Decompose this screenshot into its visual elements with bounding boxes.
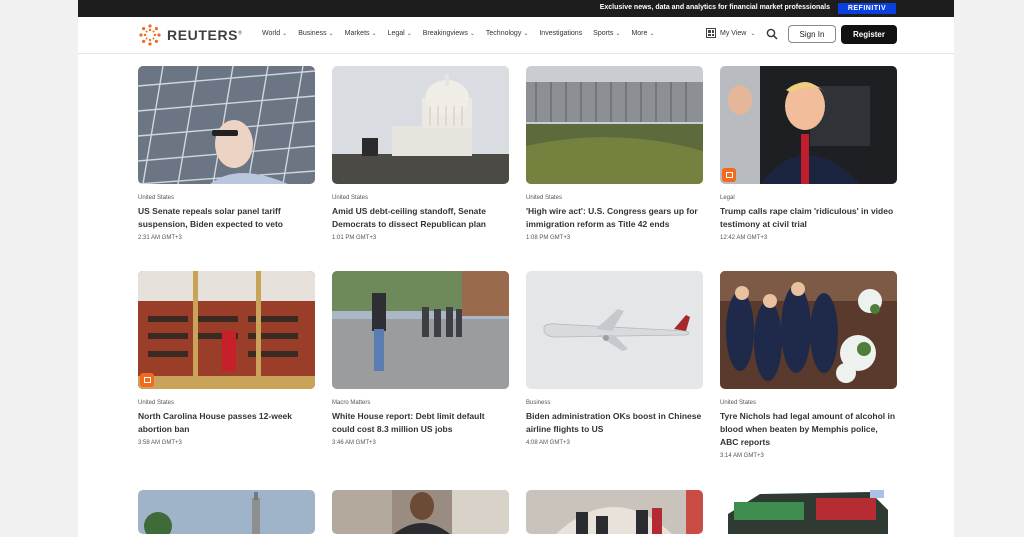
- nav-legal[interactable]: Legal ⌄: [388, 30, 412, 37]
- article-card[interactable]: United States Tyre Nichols had legal amo…: [720, 271, 897, 459]
- chevron-down-icon: ⌄: [469, 31, 475, 37]
- search-icon[interactable]: [766, 28, 778, 40]
- promo-text[interactable]: Exclusive news, data and analytics for f…: [600, 4, 830, 11]
- my-view-icon: [706, 28, 716, 38]
- article-headline[interactable]: Tyre Nichols had legal amount of alcohol…: [720, 410, 897, 449]
- article-kicker[interactable]: United States: [138, 194, 315, 202]
- article-card[interactable]: United States US Senate repeals solar pa…: [138, 66, 315, 241]
- my-view-link[interactable]: My View ⌄: [706, 28, 755, 38]
- article-time: 1:01 PM GMT+3: [332, 235, 377, 241]
- chevron-down-icon: ⌄: [371, 31, 377, 37]
- my-view-label: My View: [720, 29, 747, 37]
- brand-name: REUTERS®: [167, 27, 243, 43]
- article-kicker[interactable]: Macro Matters: [332, 399, 509, 407]
- site-header: REUTERS® World ⌄ Business ⌄ Markets ⌄ Legal…: [78, 17, 954, 54]
- article-headline[interactable]: Biden administration OKs boost in Chines…: [526, 410, 703, 436]
- article-card[interactable]: United States 'High wire act': U.S. Cong…: [526, 66, 703, 241]
- article-time: 3:58 AM GMT+3: [138, 440, 182, 446]
- ad-image[interactable]: [720, 490, 897, 534]
- chevron-down-icon: ⌄: [649, 31, 655, 37]
- advertisement[interactable]: [720, 490, 897, 534]
- chevron-down-icon: ⌄: [282, 31, 288, 37]
- nav-sports[interactable]: Sports ⌄: [593, 30, 620, 37]
- article-image[interactable]: [138, 66, 315, 184]
- chevron-down-icon: ⌄: [523, 31, 529, 37]
- article-time: 3:14 AM GMT+3: [720, 453, 764, 459]
- article-headline[interactable]: 'High wire act': U.S. Congress gears up …: [526, 205, 703, 231]
- article-headline[interactable]: North Carolina House passes 12-week abor…: [138, 410, 315, 436]
- chevron-down-icon: ⌄: [328, 31, 334, 37]
- article-headline[interactable]: White House report: Debt limit default c…: [332, 410, 509, 436]
- article-time: 4:08 AM GMT+3: [526, 440, 570, 446]
- article-kicker[interactable]: United States: [526, 194, 703, 202]
- article-headline[interactable]: Amid US debt-ceiling standoff, Senate De…: [332, 205, 509, 231]
- article-time: 2:31 AM GMT+3: [138, 235, 182, 241]
- nav-world[interactable]: World ⌄: [262, 30, 287, 37]
- article-card[interactable]: [138, 490, 315, 534]
- nav-business[interactable]: Business ⌄: [298, 30, 333, 37]
- promo-bar[interactable]: Exclusive news, data and analytics for f…: [78, 0, 954, 17]
- article-headline[interactable]: US Senate repeals solar panel tariff sus…: [138, 205, 315, 231]
- article-card[interactable]: United States North Carolina House passe…: [138, 271, 315, 446]
- article-kicker[interactable]: United States: [138, 399, 315, 407]
- nav-more[interactable]: More ⌄: [631, 30, 654, 37]
- logo-icon: [139, 24, 161, 46]
- article-kicker[interactable]: United States: [332, 194, 509, 202]
- article-kicker[interactable]: Business: [526, 399, 703, 407]
- article-image[interactable]: [526, 271, 703, 389]
- article-headline[interactable]: Trump calls rape claim 'ridiculous' in v…: [720, 205, 897, 231]
- article-image[interactable]: [720, 66, 897, 184]
- gallery-icon: [140, 373, 154, 387]
- article-image[interactable]: [138, 271, 315, 389]
- chevron-down-icon: ⌄: [750, 30, 756, 37]
- article-image[interactable]: [332, 66, 509, 184]
- chevron-down-icon: ⌄: [615, 31, 621, 37]
- main-nav: World ⌄ Business ⌄ Markets ⌄ Legal ⌄ Breakin…: [262, 30, 654, 37]
- article-image[interactable]: [138, 490, 315, 534]
- nav-investigations[interactable]: Investigations: [539, 30, 582, 37]
- refinitiv-badge[interactable]: REFINITIV: [838, 3, 896, 14]
- gallery-icon: [722, 168, 736, 182]
- article-time: 3:46 AM GMT+3: [332, 440, 376, 446]
- article-kicker[interactable]: Legal: [720, 194, 897, 202]
- article-card[interactable]: Legal Trump calls rape claim 'ridiculous…: [720, 66, 897, 241]
- sign-in-button[interactable]: Sign In: [788, 25, 836, 43]
- register-button[interactable]: Register: [841, 25, 897, 44]
- article-card[interactable]: Business Biden administration OKs boost …: [526, 271, 703, 446]
- chevron-down-icon: ⌄: [406, 31, 412, 37]
- nav-breakingviews[interactable]: Breakingviews ⌄: [423, 30, 475, 37]
- article-card[interactable]: [526, 490, 703, 534]
- article-image[interactable]: [526, 66, 703, 184]
- article-card[interactable]: United States Amid US debt-ceiling stand…: [332, 66, 509, 241]
- article-image[interactable]: [720, 271, 897, 389]
- site-logo[interactable]: REUTERS®: [138, 23, 242, 47]
- article-card[interactable]: Macro Matters White House report: Debt l…: [332, 271, 509, 446]
- article-image[interactable]: [332, 271, 509, 389]
- article-kicker[interactable]: United States: [720, 399, 897, 407]
- nav-markets[interactable]: Markets ⌄: [345, 30, 377, 37]
- article-time: 12:42 AM GMT+3: [720, 235, 768, 241]
- page: Exclusive news, data and analytics for f…: [78, 0, 954, 537]
- nav-technology[interactable]: Technology ⌄: [486, 30, 528, 37]
- article-image[interactable]: [332, 490, 509, 534]
- article-image[interactable]: [526, 490, 703, 534]
- article-card[interactable]: [332, 490, 509, 534]
- article-time: 1:08 PM GMT+3: [526, 235, 571, 241]
